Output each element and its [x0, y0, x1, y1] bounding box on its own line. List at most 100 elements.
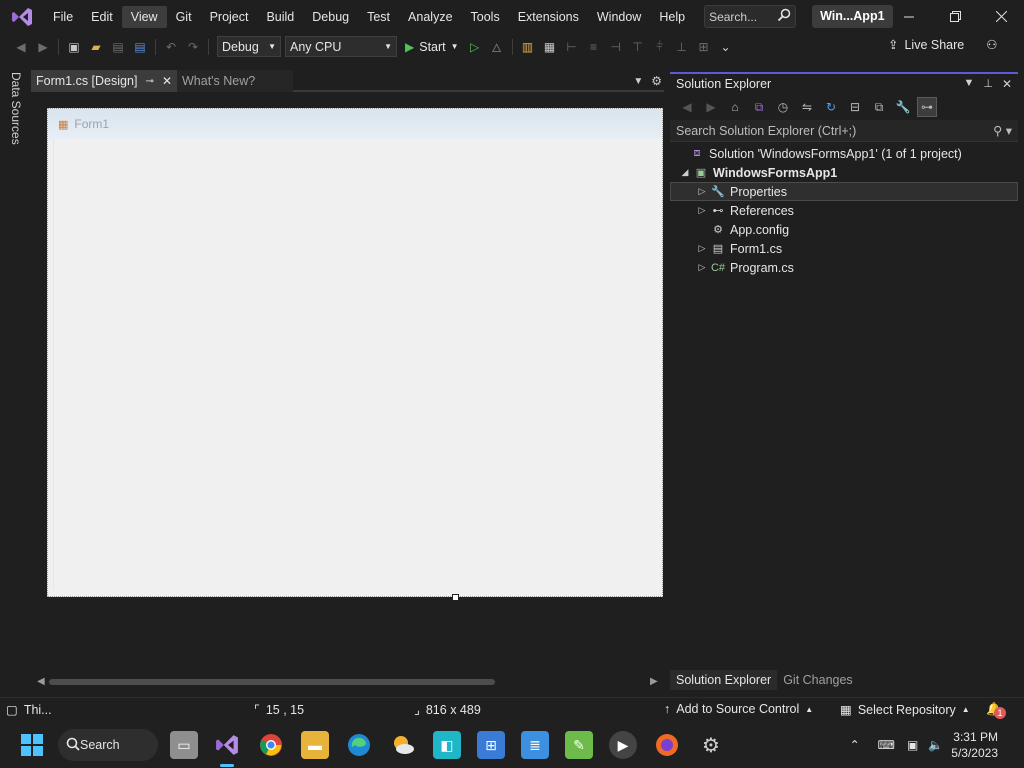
toolbar-overflow-icon[interactable]: ⌄: [716, 37, 736, 57]
redo-icon[interactable]: ↷: [183, 37, 203, 57]
tab-solution-explorer[interactable]: Solution Explorer: [670, 670, 778, 690]
menu-window[interactable]: Window: [588, 6, 650, 28]
forward-icon[interactable]: ▶: [701, 97, 721, 117]
tree-item-properties[interactable]: ▷ 🔧 Properties: [670, 182, 1018, 201]
chevron-down-icon[interactable]: ▼: [963, 77, 974, 91]
undo-icon[interactable]: ↶: [161, 37, 181, 57]
sync-with-document-icon[interactable]: ⇋: [797, 97, 817, 117]
new-project-icon[interactable]: ▣: [64, 37, 84, 57]
home-icon[interactable]: ⌂: [725, 97, 745, 117]
collapsed-arrow-icon[interactable]: ▷: [695, 205, 709, 216]
clock[interactable]: 3:31 PM 5/3/2023: [943, 729, 1024, 761]
edge-icon[interactable]: [345, 731, 373, 759]
solution-platform-dropdown[interactable]: Any CPU ▼: [285, 36, 397, 57]
data-sources-tab[interactable]: Data Sources: [9, 72, 23, 145]
tree-item-form1[interactable]: ▷ ▤ Form1.cs: [670, 239, 1018, 258]
collapse-all-icon[interactable]: ⊟: [845, 97, 865, 117]
chevron-down-icon[interactable]: ▼: [633, 76, 643, 87]
tree-item-project[interactable]: ◢ ▣ WindowsFormsApp1: [670, 163, 1018, 182]
menu-test[interactable]: Test: [358, 6, 399, 28]
weather-icon[interactable]: [389, 731, 417, 759]
menu-tools[interactable]: Tools: [462, 6, 509, 28]
collapsed-arrow-icon[interactable]: ▷: [695, 186, 709, 197]
properties-wrench-icon[interactable]: 🔧: [893, 97, 913, 117]
open-file-icon[interactable]: ▰: [86, 37, 106, 57]
form-designer-surface[interactable]: ▦ Form1: [31, 94, 664, 676]
tab-git-changes[interactable]: Git Changes: [777, 670, 858, 690]
solution-configuration-dropdown[interactable]: Debug ▼: [217, 36, 281, 57]
feedback-icon[interactable]: ⚇: [986, 37, 997, 52]
keyboard-icon[interactable]: ⌨: [878, 738, 895, 752]
tab-form1-design[interactable]: Form1.cs [Design] ⊸ ✕: [31, 70, 177, 92]
live-share-button[interactable]: ⇪ Live Share ⚇: [888, 37, 997, 53]
show-all-files-icon[interactable]: ⧉: [869, 97, 889, 117]
file-explorer-icon[interactable]: ▬: [301, 731, 329, 759]
scroll-right-icon[interactable]: ▶: [650, 676, 658, 687]
save-icon[interactable]: ▤: [108, 37, 128, 57]
menu-help[interactable]: Help: [650, 6, 694, 28]
align-bottoms-icon[interactable]: ⊥: [672, 37, 692, 57]
microsoft-store-icon[interactable]: ⊞: [477, 731, 505, 759]
preview-selected-items-icon[interactable]: ⊶: [917, 97, 937, 117]
tree-item-program[interactable]: ▷ C# Program.cs: [670, 258, 1018, 277]
menu-git[interactable]: Git: [167, 6, 201, 28]
start-debugging-button[interactable]: ▶ Start ▼: [405, 40, 459, 54]
notifications-button[interactable]: 🔔 1: [986, 702, 1006, 719]
align-tops-icon[interactable]: ⊤: [628, 37, 648, 57]
menu-extensions[interactable]: Extensions: [509, 6, 588, 28]
tree-item-app-config[interactable]: ⚙ App.config: [670, 220, 1018, 239]
hot-reload-icon[interactable]: 🜂: [487, 37, 507, 57]
windows-start-icon[interactable]: [18, 731, 46, 759]
form1-window[interactable]: ▦ Form1: [47, 108, 663, 601]
close-icon[interactable]: ✕: [1002, 77, 1012, 91]
settings-gear-icon[interactable]: ⚙: [697, 731, 725, 759]
visual-studio-taskbar-icon[interactable]: [213, 731, 241, 759]
menu-view[interactable]: View: [121, 5, 167, 28]
refresh-icon[interactable]: ↻: [821, 97, 841, 117]
gear-icon[interactable]: ⚙: [651, 74, 662, 88]
add-to-source-control-button[interactable]: ↑ Add to Source Control ▲: [664, 702, 813, 716]
firefox-icon[interactable]: [653, 731, 681, 759]
navigate-forward-icon[interactable]: ▶: [33, 37, 53, 57]
global-search-box[interactable]: Search...: [704, 5, 797, 28]
app-icon[interactable]: ◧: [433, 731, 461, 759]
notepad-icon[interactable]: ≣: [521, 731, 549, 759]
solution-folder-icon[interactable]: ▥: [518, 37, 538, 57]
chrome-icon[interactable]: [257, 731, 285, 759]
collapsed-arrow-icon[interactable]: ▷: [695, 243, 709, 254]
switch-views-icon[interactable]: ⧉: [749, 97, 769, 117]
collapsed-arrow-icon[interactable]: ▷: [695, 262, 709, 273]
form-client-area[interactable]: [53, 139, 662, 590]
menu-project[interactable]: Project: [201, 6, 258, 28]
tree-item-references[interactable]: ▷ ⊷ References: [670, 201, 1018, 220]
resize-handle[interactable]: [452, 594, 459, 601]
close-button[interactable]: [978, 0, 1024, 33]
expanded-arrow-icon[interactable]: ◢: [678, 167, 692, 178]
menu-build[interactable]: Build: [257, 6, 303, 28]
solution-search-input[interactable]: Search Solution Explorer (Ctrl+;) ⚲ ▾: [670, 120, 1018, 142]
horizontal-scrollbar[interactable]: ◀ ▶: [31, 674, 664, 690]
restore-button[interactable]: [932, 0, 978, 33]
pin-icon[interactable]: ⊸: [146, 76, 154, 87]
tree-item-solution[interactable]: ⧈ Solution 'WindowsFormsApp1' (1 of 1 pr…: [670, 144, 1018, 163]
volume-icon[interactable]: 🔈: [928, 738, 943, 752]
scrollbar-thumb[interactable]: [49, 679, 495, 685]
close-icon[interactable]: ✕: [162, 74, 172, 88]
tab-whats-new[interactable]: What's New?: [177, 70, 293, 92]
start-without-debugging-icon[interactable]: ▷: [465, 37, 485, 57]
minimize-button[interactable]: [886, 0, 932, 33]
menu-edit[interactable]: Edit: [82, 6, 122, 28]
align-rights-icon[interactable]: ⊣: [606, 37, 626, 57]
save-all-icon[interactable]: ▤: [130, 37, 150, 57]
select-repository-button[interactable]: ▦ Select Repository ▲: [840, 702, 970, 718]
pin-icon[interactable]: ⊥: [983, 77, 993, 91]
align-middles-icon[interactable]: ⫩: [650, 37, 670, 57]
menu-debug[interactable]: Debug: [303, 6, 358, 28]
taskbar-search[interactable]: Search: [58, 729, 158, 761]
notepad-plus-plus-icon[interactable]: ✎: [565, 731, 593, 759]
pending-changes-filter-icon[interactable]: ◷: [773, 97, 793, 117]
back-icon[interactable]: ◀: [677, 97, 697, 117]
chevron-up-icon[interactable]: ⌃: [850, 738, 860, 752]
size-to-grid-icon[interactable]: ⊞: [694, 37, 714, 57]
menu-file[interactable]: File: [44, 6, 82, 28]
